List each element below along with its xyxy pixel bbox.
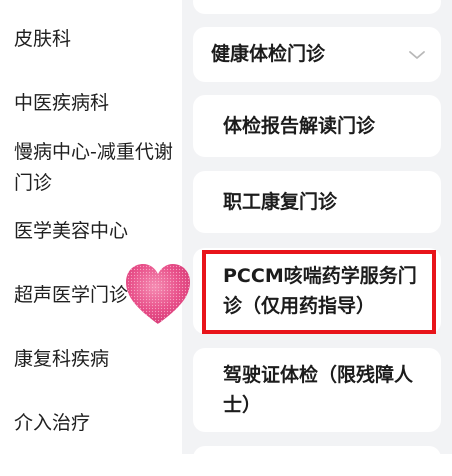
department-sidebar: 皮肤科 中医疾病科 慢病中心-减重代谢门诊 医学美容中心 超声医学门诊 康复科疾…	[0, 0, 182, 454]
clinic-item-label: PCCM咳喘药学服务门诊（仅用药指导）	[223, 265, 417, 317]
clinic-panel: 健康体检门诊 体检报告解读门诊 职工康复门诊 PCCM咳喘药学服务门诊（仅用药指…	[182, 0, 452, 476]
clinic-item-report-interpretation[interactable]: 体检报告解读门诊	[193, 95, 441, 157]
chevron-down-icon[interactable]	[405, 43, 429, 67]
department-item-chronic-weight[interactable]: 慢病中心-减重代谢门诊	[14, 137, 174, 199]
clinic-item-driver-license-exam[interactable]: 驾驶证体检（限残障人士）	[193, 348, 441, 432]
clinic-card-next[interactable]	[193, 446, 441, 476]
department-item-interventional[interactable]: 介入治疗	[14, 408, 179, 438]
clinic-card-previous[interactable]	[193, 0, 441, 14]
department-item-rehab[interactable]: 康复科疾病	[14, 344, 179, 374]
clinic-item-label: 驾驶证体检（限残障人士）	[223, 364, 414, 416]
clinic-item-label: 职工康复门诊	[223, 191, 338, 213]
clinic-item-label: 体检报告解读门诊	[223, 115, 376, 137]
clinic-group-health-checkup[interactable]: 健康体检门诊	[193, 27, 441, 82]
clinic-group-label: 健康体检门诊	[211, 43, 326, 65]
department-item-dermatology[interactable]: 皮肤科	[14, 24, 179, 54]
heart-sticker	[126, 264, 190, 324]
clinic-item-pccm-pharmacy[interactable]: PCCM咳喘药学服务门诊（仅用药指导）	[193, 248, 441, 334]
clinic-item-staff-rehab[interactable]: 职工康复门诊	[193, 171, 441, 233]
department-item-tcm[interactable]: 中医疾病科	[14, 88, 179, 118]
department-item-cosmetic[interactable]: 医学美容中心	[14, 216, 179, 246]
